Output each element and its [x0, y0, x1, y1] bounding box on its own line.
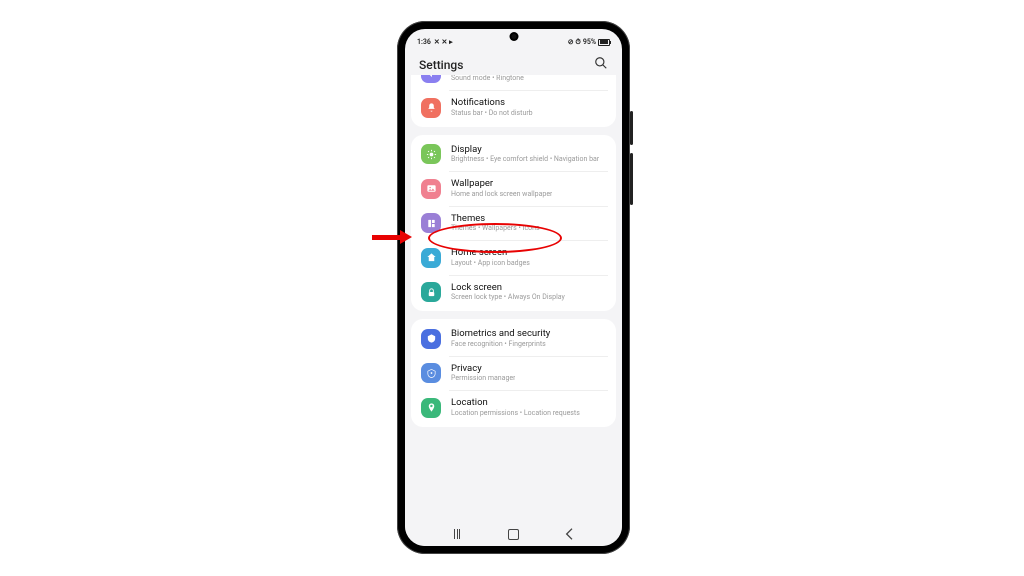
sun-icon	[421, 144, 441, 164]
row-subtitle: Home and lock screen wallpaper	[451, 190, 552, 199]
bell-icon	[421, 98, 441, 118]
row-text: Home screenLayout • App icon badges	[451, 247, 530, 267]
row-text: PrivacyPermission manager	[451, 363, 515, 383]
settings-row-privacy[interactable]: PrivacyPermission manager	[411, 356, 616, 390]
row-subtitle: Screen lock type • Always On Display	[451, 293, 565, 302]
phone-screen: 1:36 ✕ ✕ ▸ ⊘ ⏱ 95% Settings Sounds and v…	[405, 29, 622, 546]
row-subtitle: Location permissions • Location requests	[451, 409, 580, 418]
row-label: Home screen	[451, 247, 530, 258]
row-subtitle: Status bar • Do not disturb	[451, 109, 533, 118]
search-button[interactable]	[594, 55, 608, 74]
settings-row-lock-screen[interactable]: Lock screenScreen lock type • Always On …	[411, 275, 616, 309]
status-indicator-icon: ✕ ✕ ▸	[434, 38, 453, 46]
row-label: Privacy	[451, 363, 515, 374]
row-subtitle: Sound mode • Ringtone	[451, 75, 540, 83]
navigation-bar	[405, 522, 622, 546]
volume-button	[630, 153, 633, 205]
fingerprint-icon	[421, 329, 441, 349]
row-label: Location	[451, 397, 580, 408]
row-text: Biometrics and securityFace recognition …	[451, 328, 550, 348]
phone-frame: 1:36 ✕ ✕ ▸ ⊘ ⏱ 95% Settings Sounds and v…	[397, 21, 630, 554]
image-icon	[421, 179, 441, 199]
row-text: NotificationsStatus bar • Do not disturb	[451, 97, 533, 117]
nav-recents-button[interactable]	[449, 526, 465, 542]
status-time: 1:36	[417, 38, 431, 46]
shield-icon	[421, 363, 441, 383]
settings-group: DisplayBrightness • Eye comfort shield •…	[411, 135, 616, 311]
home-icon	[421, 248, 441, 268]
settings-row-display[interactable]: DisplayBrightness • Eye comfort shield •…	[411, 137, 616, 171]
row-label: Display	[451, 144, 599, 155]
status-bar: 1:36 ✕ ✕ ▸ ⊘ ⏱ 95%	[405, 29, 622, 51]
settings-group: Sounds and vibrationSound mode • Rington…	[411, 75, 616, 127]
row-text: Sounds and vibrationSound mode • Rington…	[451, 75, 540, 83]
settings-row-home-screen[interactable]: Home screenLayout • App icon badges	[411, 240, 616, 274]
settings-row-sounds-and-vibration[interactable]: Sounds and vibrationSound mode • Rington…	[411, 75, 616, 90]
power-button	[630, 111, 633, 145]
lock-icon	[421, 282, 441, 302]
settings-group: Biometrics and securityFace recognition …	[411, 319, 616, 426]
row-label: Biometrics and security	[451, 328, 550, 339]
settings-row-notifications[interactable]: NotificationsStatus bar • Do not disturb	[411, 90, 616, 124]
palette-icon	[421, 213, 441, 233]
status-system-icon: ⊘ ⏱	[568, 38, 581, 47]
row-label: Wallpaper	[451, 178, 552, 189]
row-label: Themes	[451, 213, 540, 224]
row-subtitle: Face recognition • Fingerprints	[451, 340, 550, 349]
sound-icon	[421, 75, 441, 83]
nav-home-button[interactable]	[505, 526, 521, 542]
settings-row-wallpaper[interactable]: WallpaperHome and lock screen wallpaper	[411, 171, 616, 205]
row-subtitle: Brightness • Eye comfort shield • Naviga…	[451, 155, 599, 164]
settings-row-themes[interactable]: ThemesThemes • Wallpapers • Icons	[411, 206, 616, 240]
row-text: LocationLocation permissions • Location …	[451, 397, 580, 417]
row-text: DisplayBrightness • Eye comfort shield •…	[451, 144, 599, 164]
front-camera	[509, 32, 518, 41]
pin-icon	[421, 398, 441, 418]
row-label: Notifications	[451, 97, 533, 108]
row-text: WallpaperHome and lock screen wallpaper	[451, 178, 552, 198]
row-text: ThemesThemes • Wallpapers • Icons	[451, 213, 540, 233]
nav-back-button[interactable]	[562, 526, 578, 542]
battery-percent: 95%	[583, 38, 596, 46]
row-subtitle: Layout • App icon badges	[451, 259, 530, 268]
row-text: Lock screenScreen lock type • Always On …	[451, 282, 565, 302]
settings-row-location[interactable]: LocationLocation permissions • Location …	[411, 390, 616, 424]
row-label: Lock screen	[451, 282, 565, 293]
settings-list[interactable]: Sounds and vibrationSound mode • Rington…	[411, 75, 616, 522]
row-subtitle: Permission manager	[451, 374, 515, 383]
row-subtitle: Themes • Wallpapers • Icons	[451, 224, 540, 233]
settings-row-biometrics-and-security[interactable]: Biometrics and securityFace recognition …	[411, 321, 616, 355]
battery-icon	[598, 39, 610, 46]
page-title: Settings	[419, 58, 463, 72]
